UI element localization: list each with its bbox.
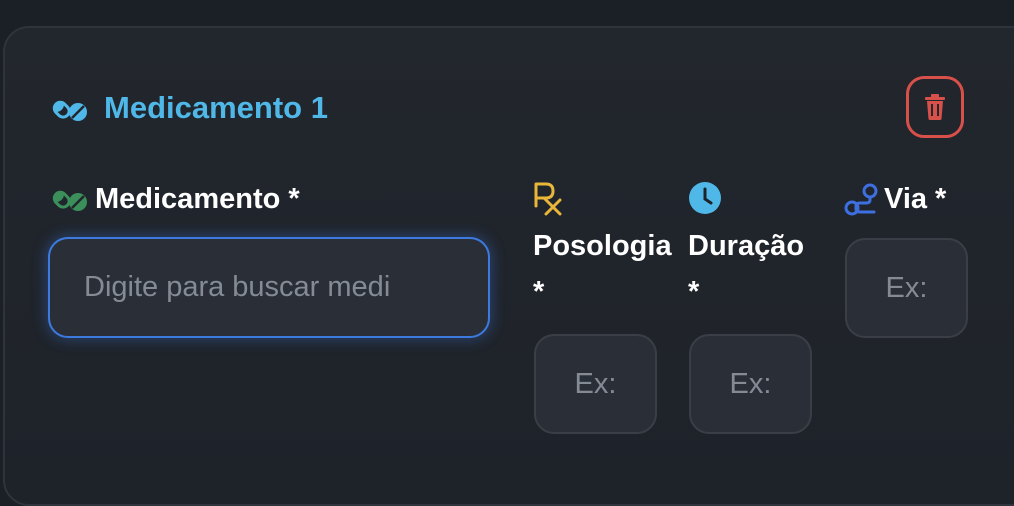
clock-icon — [689, 182, 721, 214]
via-input[interactable] — [845, 238, 968, 338]
via-label: Via * — [884, 183, 947, 215]
trash-icon — [925, 94, 945, 120]
duracao-required-mark: * — [688, 276, 700, 308]
posologia-required-mark: * — [533, 276, 545, 308]
pills-icon — [52, 190, 87, 211]
route-icon — [844, 183, 878, 216]
medication-title: Medicamento 1 — [104, 90, 328, 125]
medicamento-label: Medicamento * — [95, 183, 300, 215]
prescription-icon — [534, 182, 562, 216]
duracao-label: Duração — [688, 230, 805, 262]
medicamento-search-input[interactable] — [48, 237, 490, 338]
posologia-input[interactable] — [534, 334, 657, 434]
pills-icon — [52, 100, 87, 121]
delete-medication-button[interactable] — [906, 76, 964, 138]
duracao-input[interactable] — [689, 334, 812, 434]
posologia-label: Posologia — [533, 230, 672, 262]
